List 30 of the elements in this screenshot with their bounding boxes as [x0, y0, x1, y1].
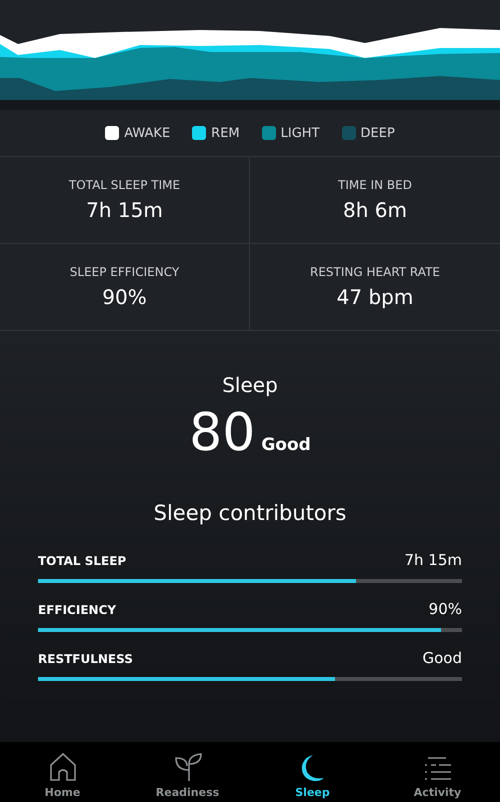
- stat-value: 47 bpm: [336, 285, 414, 309]
- legend-label: LIGHT: [280, 126, 320, 140]
- sprout-icon: [172, 752, 202, 782]
- stat-value: 8h 6m: [343, 198, 407, 222]
- stat-value: 7h 15m: [86, 198, 163, 222]
- contributor-label: RESTFULNESS: [38, 652, 133, 666]
- moon-icon: [300, 754, 324, 782]
- stat-value: 90%: [102, 285, 147, 309]
- contributor-value: 7h 15m: [404, 551, 462, 569]
- sleep-score: 80: [189, 403, 256, 463]
- nav-tab[interactable]: Sleep: [250, 742, 375, 802]
- nav-tab[interactable]: Activity: [375, 742, 500, 802]
- stat-label: TOTAL SLEEP TIME: [68, 178, 180, 192]
- stat-label: SLEEP EFFICIENCY: [70, 265, 180, 279]
- contributors-title: Sleep contributors: [152, 501, 348, 525]
- list-icon: [424, 756, 452, 782]
- legend-label: AWAKE: [124, 126, 170, 140]
- score-rating: Good: [261, 435, 311, 455]
- nav-tab[interactable]: Readiness: [125, 742, 250, 802]
- house-icon: [48, 752, 76, 782]
- stat-label: TIME IN BED: [338, 178, 412, 192]
- stat-label: RESTING HEART RATE: [310, 265, 440, 279]
- contributor-value: Good: [422, 649, 462, 667]
- legend-label: REM: [211, 126, 240, 140]
- contributor-value: 90%: [428, 600, 462, 618]
- contributor-label: EFFICIENCY: [38, 603, 116, 617]
- nav-tab[interactable]: Home: [0, 742, 125, 802]
- contributor-label: TOTAL SLEEP: [38, 554, 126, 568]
- legend-label: DEEP: [360, 126, 395, 140]
- score-title: Sleep: [221, 373, 279, 397]
